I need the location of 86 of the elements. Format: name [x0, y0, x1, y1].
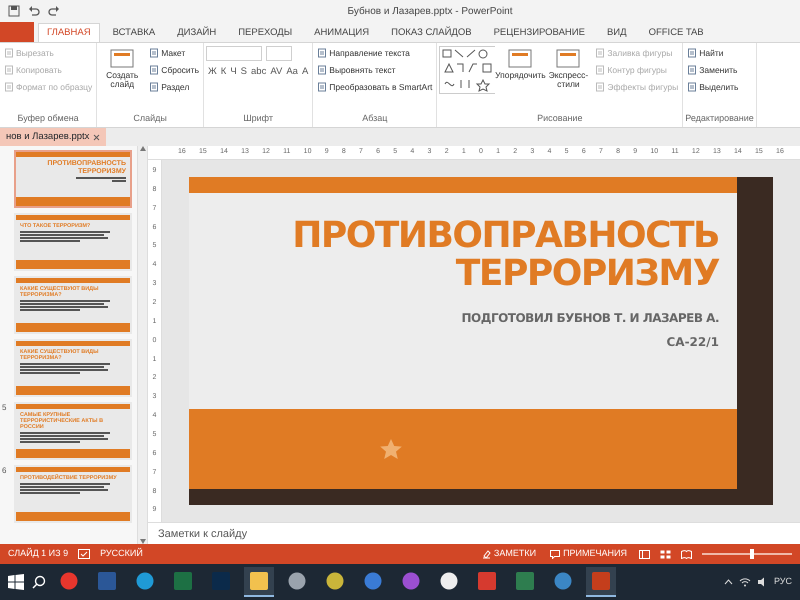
page-icon: [595, 48, 606, 58]
ribbon-button[interactable]: Выделить: [685, 80, 740, 94]
zoom-slider-thumb[interactable]: [750, 549, 754, 559]
page-icon: [595, 65, 606, 76]
normal-view-icon[interactable]: [639, 550, 650, 558]
page-icon: [317, 48, 328, 58]
slide-subtitle: ПОДГОТОВИЛ БУБНОВ Т. И ЛАЗАРЕВ А.: [462, 310, 719, 327]
page-icon: [317, 82, 328, 92]
slide-counter: СЛАЙД 1 ИЗ 9: [8, 547, 68, 560]
save-icon[interactable]: [8, 5, 20, 17]
star-icon: [379, 438, 403, 460]
ribbon-button[interactable]: Выровнять текст: [315, 62, 434, 78]
format-button[interactable]: abc: [249, 65, 268, 80]
notes-placeholder[interactable]: Заметки к слайду: [158, 528, 248, 540]
ribbon-button[interactable]: Макет: [147, 46, 201, 61]
ribbon-button[interactable]: Сбросить: [147, 62, 201, 78]
group-label: Абзац: [361, 112, 388, 125]
undo-icon[interactable]: [28, 5, 40, 17]
redo-icon[interactable]: [48, 5, 60, 17]
ribbon-tab[interactable]: ВСТАВКА: [104, 22, 164, 42]
page-icon: [149, 82, 160, 92]
notes-icon: [482, 550, 491, 558]
chevron-up-icon[interactable]: [724, 579, 733, 585]
ribbon-button[interactable]: Преобразовать в SmartArt: [315, 80, 434, 94]
reading-view-icon[interactable]: [681, 550, 692, 558]
format-button[interactable]: Ч: [228, 65, 239, 80]
ribbon-tab[interactable]: ПОКАЗ СЛАЙДОВ: [382, 22, 481, 42]
slide-group-code: СА-22/1: [666, 334, 719, 351]
page-icon: [4, 82, 14, 92]
ribbon-tab[interactable]: РЕЦЕНЗИРОВАНИЕ: [484, 22, 594, 42]
page-icon: [4, 65, 14, 76]
comment-icon: [550, 550, 560, 558]
page-icon: [317, 65, 328, 76]
page-icon: [4, 48, 14, 58]
ribbon-button[interactable]: Экспресс-стили: [545, 46, 592, 112]
group-label: Слайды: [132, 112, 168, 125]
document-tab[interactable]: нов и Лазарев.pptx: [0, 128, 106, 146]
taskbar-app-button[interactable]: [244, 567, 274, 597]
ribbon-button[interactable]: Заменить: [685, 62, 740, 78]
document-tab-label: нов и Лазарев.pptx: [6, 130, 90, 144]
ribbon-tab[interactable]: АНИМАЦИЯ: [305, 22, 378, 42]
ribbon-tab[interactable]: ПЕРЕХОДЫ: [229, 22, 302, 42]
page-icon: [595, 82, 606, 92]
page-icon: [687, 82, 698, 92]
ribbon-tab[interactable]: ВИД: [598, 22, 636, 42]
page-icon: [149, 65, 160, 76]
ribbon-tab[interactable]: ГЛАВНАЯ: [38, 22, 100, 42]
wifi-icon[interactable]: [738, 577, 751, 587]
ribbon-button[interactable]: Раздел: [147, 80, 201, 94]
format-button[interactable]: Aa: [284, 65, 300, 80]
page-icon: [687, 48, 698, 58]
spellcheck-icon[interactable]: [78, 549, 90, 559]
windows-start-icon[interactable]: [8, 574, 24, 590]
slide-number: 6: [2, 465, 8, 477]
format-button[interactable]: S: [238, 65, 250, 80]
ribbon-tab[interactable]: ДИЗАЙН: [168, 22, 226, 42]
scrollbar[interactable]: [137, 146, 147, 544]
subtitle-lines-drawing: [76, 177, 126, 182]
group-label: Шрифт: [242, 112, 274, 125]
format-button[interactable]: К: [218, 65, 228, 80]
ribbon-button[interactable]: Упорядочить: [497, 46, 544, 112]
window-title: Бубнов и Лазарев.pptx - PowerPoint: [347, 6, 513, 16]
ribbon-button[interactable]: Создать слайд: [99, 46, 146, 112]
format-button[interactable]: Ж: [206, 65, 219, 80]
close-icon[interactable]: [93, 134, 100, 140]
page-icon: [149, 48, 160, 58]
ribbon-button[interactable]: Направление текста: [315, 46, 434, 61]
sorter-view-icon[interactable]: [660, 550, 671, 558]
ribbon-button[interactable]: Найти: [685, 46, 740, 61]
keyboard-language[interactable]: РУС: [774, 575, 792, 589]
slide-number: 5: [2, 402, 8, 414]
page-icon: [687, 65, 698, 76]
font-name-field[interactable]: [206, 46, 262, 61]
language-label: РУССКИЙ: [100, 547, 143, 560]
group-label: Буфер обмена: [16, 112, 80, 125]
shapes-gallery-icon[interactable]: [439, 46, 496, 94]
group-label: Редактирование: [685, 112, 754, 125]
format-button[interactable]: AV: [268, 65, 284, 80]
format-button[interactable]: A: [300, 65, 310, 80]
slide-title: ПРОТИВОПРАВНОСТЬ ТЕРРОРИЗМУ: [291, 217, 719, 293]
ribbon-tab[interactable]: OFFICE TAB: [640, 22, 713, 42]
notes-button[interactable]: ЗАМЕТКИ: [480, 547, 538, 561]
search-icon[interactable]: [32, 575, 46, 589]
group-label: Рисование: [536, 112, 584, 124]
font-size-field[interactable]: [266, 46, 292, 61]
comments-button[interactable]: ПРИМЕЧАНИЯ: [548, 547, 629, 561]
